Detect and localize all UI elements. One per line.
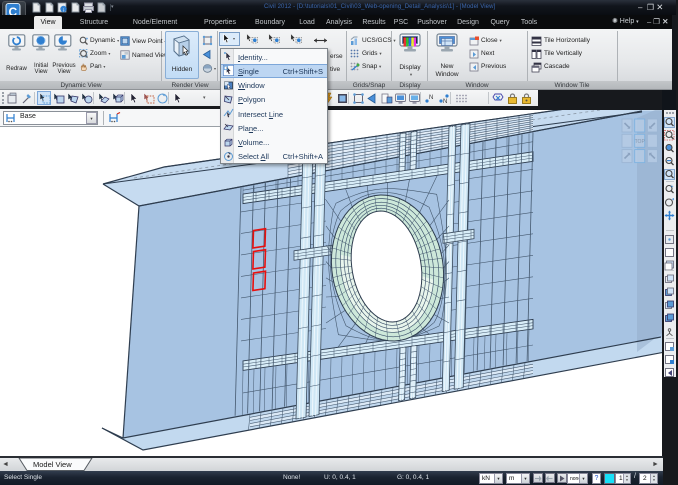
- svg-text:+: +: [671, 184, 674, 190]
- svg-text:+: +: [86, 37, 89, 43]
- svg-text:N: N: [429, 95, 433, 101]
- svg-text:N: N: [443, 99, 447, 105]
- svg-text:TOP: TOP: [635, 139, 646, 145]
- svg-text:↓: ↓: [62, 7, 65, 13]
